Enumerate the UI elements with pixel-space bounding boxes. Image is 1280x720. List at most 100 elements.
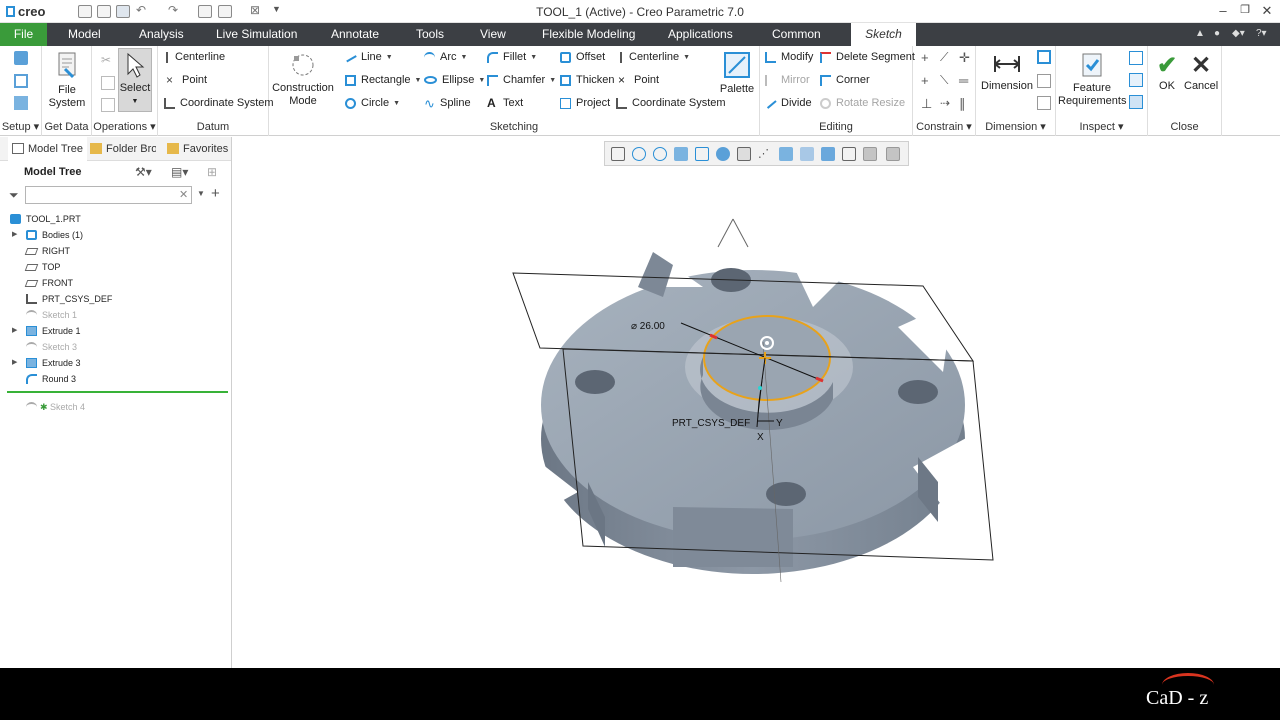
overlapping-geometry-icon[interactable] — [1129, 95, 1143, 109]
circle-dropdown-icon[interactable]: ▼ — [393, 100, 400, 107]
tab-common[interactable]: Common — [762, 23, 831, 46]
saved-orientations-icon[interactable] — [716, 147, 730, 161]
line-button[interactable]: Line ▼ — [344, 48, 393, 66]
palette-button[interactable]: Palette — [718, 51, 756, 96]
divide-button[interactable]: Divide — [764, 94, 812, 112]
cut-icon[interactable]: ✂ — [101, 53, 111, 67]
text-button[interactable]: A Text — [487, 94, 523, 112]
tree-node-sketch-4[interactable]: ✱ Sketch 4 — [0, 399, 230, 415]
datum-display-icon[interactable] — [779, 147, 793, 161]
shade-closed-loops-icon[interactable] — [1129, 51, 1143, 65]
help-icon[interactable]: ● — [1214, 28, 1220, 39]
spline-button[interactable]: ∿ Spline — [424, 94, 471, 112]
symmetric-constraint-icon[interactable]: ⟍ — [940, 73, 948, 88]
reorient-icon[interactable] — [695, 147, 709, 161]
sketcher-display-filters-icon[interactable] — [863, 147, 877, 161]
tree-node-prt-csys-def[interactable]: PRT_CSYS_DEF — [0, 291, 230, 307]
chamfer-dropdown-icon[interactable]: ▼ — [549, 77, 556, 84]
chamfer-button[interactable]: Chamfer ▼ — [487, 71, 556, 89]
tree-node-tool-1-prt[interactable]: TOOL_1.PRT — [0, 211, 230, 227]
select-button[interactable]: Select ▼ — [118, 48, 152, 112]
zoom-out-icon[interactable] — [653, 147, 667, 161]
delete-segment-button[interactable]: Delete Segment — [820, 48, 915, 66]
model-canvas[interactable]: ⌀ 26.00 PRT_CSYS_DEF Y X — [233, 137, 1280, 668]
baseline-icon[interactable] — [1037, 74, 1051, 88]
reference-dimension-icon[interactable] — [1037, 96, 1051, 110]
tree-node-extrude-3[interactable]: ▶ Extrude 3 — [0, 355, 230, 371]
tree-search-input[interactable] — [25, 186, 192, 204]
repaint-icon[interactable] — [674, 147, 688, 161]
reference-icon[interactable] — [14, 74, 28, 88]
sketch-view-icon[interactable] — [14, 96, 28, 110]
tab-applications[interactable]: Applications — [658, 23, 743, 46]
spin-center-icon[interactable] — [821, 147, 835, 161]
tab-file[interactable]: File — [0, 23, 47, 46]
tab-favorites[interactable]: Favorites — [167, 137, 228, 161]
project-button[interactable]: Project — [560, 94, 610, 112]
rectangle-button[interactable]: Rectangle ▼ — [345, 71, 421, 89]
group-label-constrain[interactable]: Constrain ▾ — [913, 120, 975, 133]
settings-icon[interactable]: ◆▾ — [1232, 28, 1245, 39]
tab-annotate[interactable]: Annotate — [321, 23, 389, 46]
search-dropdown-icon[interactable]: ▼ — [197, 189, 205, 198]
perpendicular-constraint-icon[interactable]: ⊥ — [921, 96, 932, 112]
rotate-resize-button[interactable]: Rotate Resize — [820, 94, 905, 112]
tool-part-model[interactable] — [533, 252, 968, 574]
sketch-centerline-dropdown-icon[interactable]: ▼ — [683, 54, 690, 61]
line-dropdown-icon[interactable]: ▼ — [386, 54, 393, 61]
tree-node-round-3[interactable]: Round 3 — [0, 371, 230, 387]
tree-filters-icon[interactable]: ⊞ — [207, 165, 217, 179]
group-label-setup[interactable]: Setup ▾ — [0, 120, 41, 133]
tree-node-bodies-1[interactable]: ▶ Bodies (1) — [0, 227, 230, 243]
tree-node-right[interactable]: RIGHT — [0, 243, 230, 259]
corner-button[interactable]: Corner — [820, 71, 870, 89]
group-label-operations[interactable]: Operations ▾ — [92, 120, 157, 133]
dimension-button[interactable]: Dimension — [980, 52, 1034, 93]
modify-button[interactable]: Modify — [765, 48, 813, 66]
group-label-dimension[interactable]: Dimension ▾ — [976, 120, 1055, 133]
ellipse-dropdown-icon[interactable]: ▼ — [478, 77, 485, 84]
fillet-button[interactable]: Fillet ▼ — [487, 48, 537, 66]
clear-search-icon[interactable]: ✕ — [179, 188, 188, 201]
refit-icon[interactable] — [611, 147, 625, 161]
ellipse-button[interactable]: Ellipse ▼ — [424, 71, 485, 89]
sketch-point-button[interactable]: × Point — [618, 71, 659, 89]
ok-button[interactable]: ✔ OK — [1152, 52, 1182, 93]
arc-button[interactable]: Arc ▼ — [424, 48, 467, 66]
coincident-constraint-icon[interactable]: + — [921, 73, 929, 88]
select-dropdown-icon[interactable]: ▼ — [119, 95, 151, 108]
datum-csys-button[interactable]: Coordinate System — [164, 94, 274, 112]
expand-arrow-icon[interactable]: ▶ — [12, 355, 17, 371]
tangent-constraint-icon[interactable]: ⟋ — [940, 50, 948, 65]
minimize-button[interactable]: – — [1214, 3, 1232, 18]
circle-button[interactable]: Circle ▼ — [345, 94, 400, 112]
zoom-in-icon[interactable] — [632, 147, 646, 161]
horizontal-constraint-icon[interactable]: ⇢ — [940, 96, 950, 110]
filter-icon[interactable]: ⏷ — [9, 188, 19, 203]
show-icon[interactable]: ▤▾ — [171, 165, 188, 179]
expand-arrow-icon[interactable]: ▶ — [12, 323, 17, 339]
tree-node-extrude-1[interactable]: ▶ Extrude 1 — [0, 323, 230, 339]
midpoint-constraint-icon[interactable]: ✛ — [959, 50, 970, 66]
help-center-icon[interactable]: ?▾ — [1256, 28, 1267, 39]
graphics-area[interactable]: ⌀ 26.00 PRT_CSYS_DEF Y X — [233, 137, 1280, 668]
arc-dropdown-icon[interactable]: ▼ — [461, 54, 468, 61]
file-system-button[interactable]: File System — [46, 50, 88, 110]
insert-here-indicator[interactable] — [7, 391, 228, 393]
fillet-dropdown-icon[interactable]: ▼ — [530, 54, 537, 61]
tab-sketch[interactable]: Sketch — [851, 23, 916, 46]
tab-analysis[interactable]: Analysis — [129, 23, 194, 46]
sketch-setup-icon[interactable] — [14, 51, 28, 65]
offset-button[interactable]: Offset — [560, 48, 605, 66]
equal-constraint-icon[interactable]: ═ — [959, 73, 968, 88]
sketch-view-toolbar-icon[interactable] — [842, 147, 856, 161]
display-style-icon[interactable]: ⋰ — [758, 147, 772, 161]
parallel-constraint-icon[interactable]: ∥ — [959, 96, 966, 112]
datum-centerline-button[interactable]: Centerline — [166, 48, 225, 66]
feature-requirements-button[interactable]: Feature Requirements — [1058, 52, 1126, 108]
add-column-icon[interactable]: + — [211, 185, 220, 202]
annotation-display-icon[interactable] — [800, 147, 814, 161]
highlight-open-ends-icon[interactable] — [1129, 73, 1143, 87]
tab-view[interactable]: View — [470, 23, 516, 46]
rectangle-dropdown-icon[interactable]: ▼ — [415, 77, 422, 84]
